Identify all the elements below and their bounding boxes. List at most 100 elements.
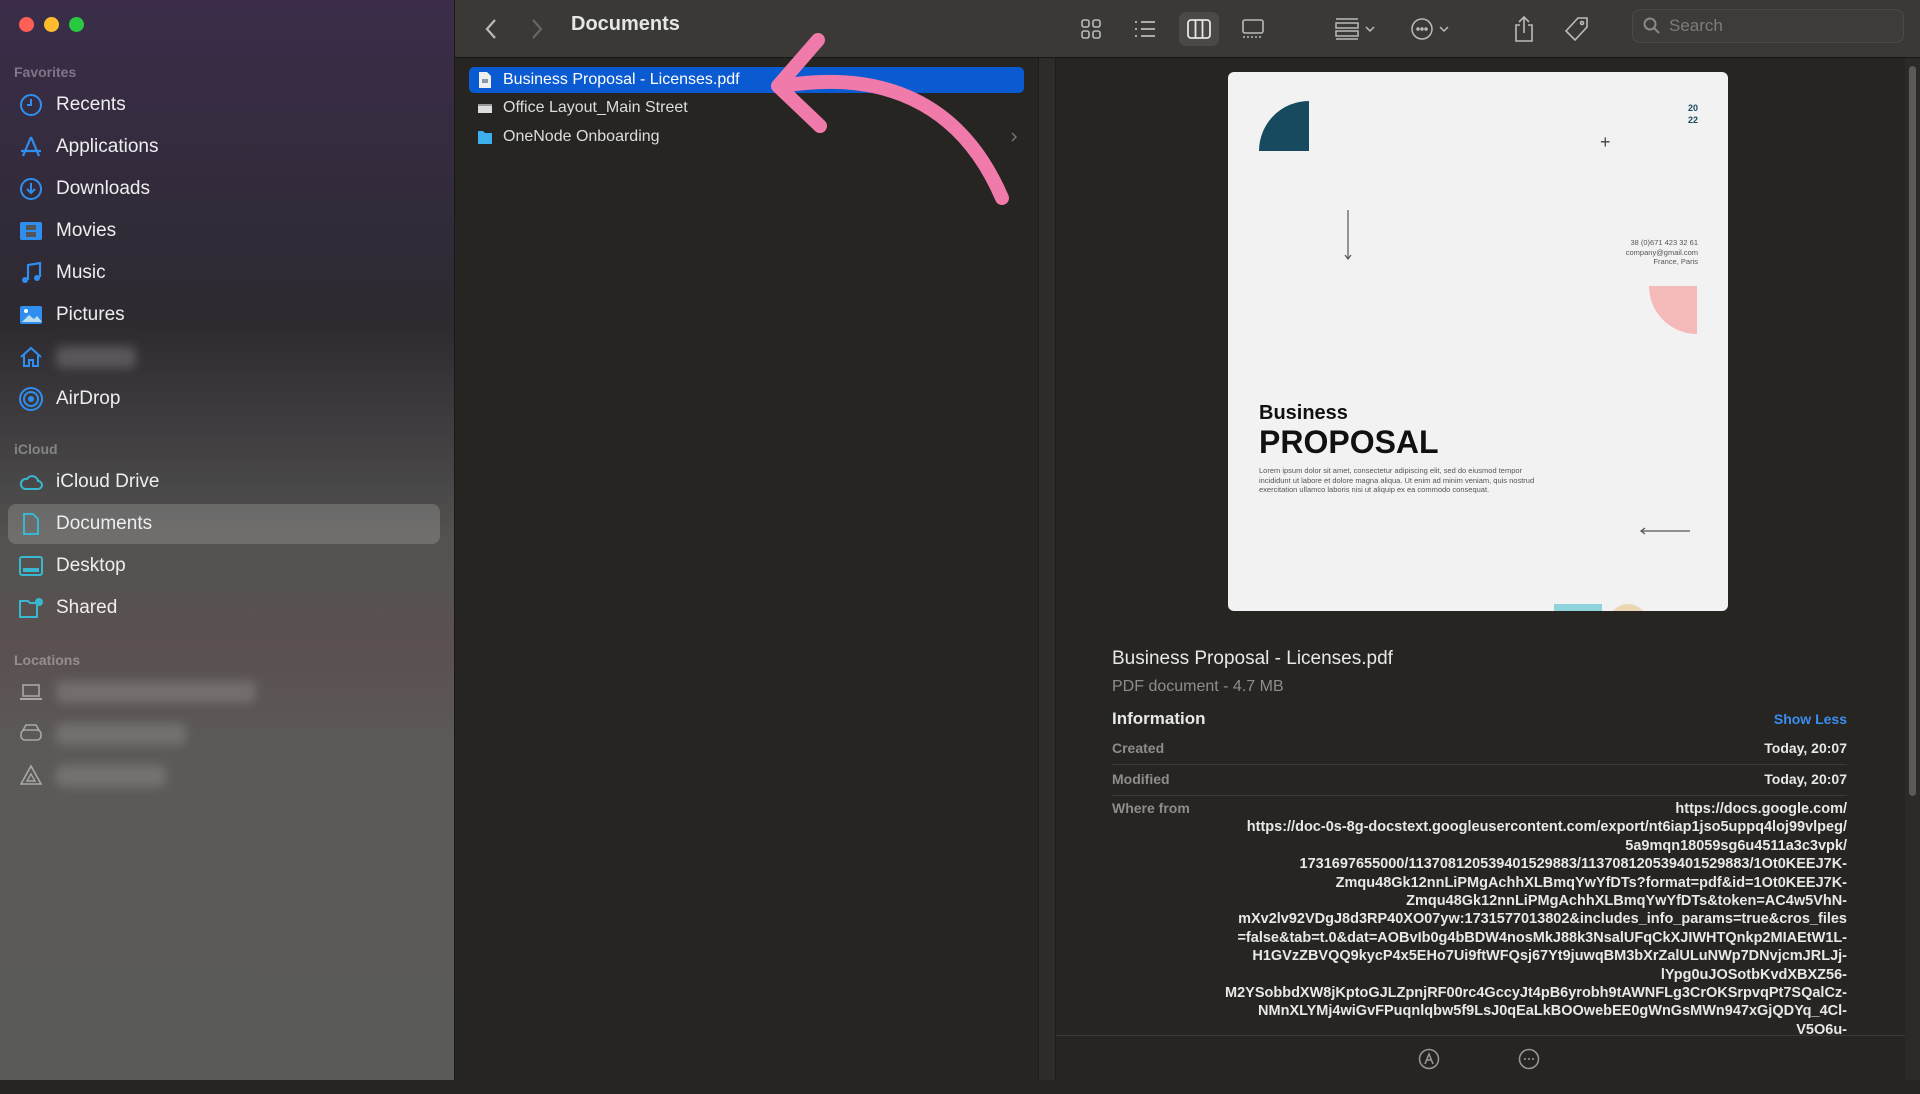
redacted-label xyxy=(56,681,256,703)
contact-block: 38 (0)671 423 32 61 company@gmail.com Fr… xyxy=(1626,238,1698,267)
sidebar-item-loc-1[interactable] xyxy=(8,714,440,754)
section-icloud: iCloud xyxy=(14,441,58,457)
chevron-right-icon xyxy=(1011,132,1017,142)
action-button[interactable] xyxy=(1408,12,1458,46)
desktop-icon xyxy=(18,553,44,579)
lorem-body: Lorem ipsum dolor sit amet, consectetur … xyxy=(1259,466,1535,494)
file-row-business-proposal[interactable]: Business Proposal - Licenses.pdf xyxy=(469,67,1024,93)
music-note-icon xyxy=(18,260,44,286)
plus-mark-icon: + xyxy=(1600,132,1611,152)
sidebar-item-loc-2[interactable] xyxy=(8,756,440,796)
sidebar-item-home-6[interactable] xyxy=(8,337,440,377)
sidebar-item-pictures[interactable]: Pictures xyxy=(8,295,440,335)
preview-scrollbar[interactable] xyxy=(1905,58,1920,1080)
group-icon xyxy=(1335,18,1375,40)
down-arrow-icon xyxy=(1344,210,1352,260)
redacted-label xyxy=(56,723,186,745)
sidebar-item-label: Recents xyxy=(56,94,126,115)
tag-icon xyxy=(1564,17,1588,42)
redacted-label xyxy=(56,346,136,368)
contact-phone: 38 (0)671 423 32 61 xyxy=(1630,238,1698,247)
heading-business: Business xyxy=(1259,402,1348,424)
share-button[interactable] xyxy=(1511,12,1537,46)
toolbar: Documents Search xyxy=(455,0,1920,58)
url-line: Zmqu48Gk12nnLiPMgAchhXLBmqYwYfDTs&token=… xyxy=(1406,893,1847,910)
search-icon xyxy=(1643,17,1660,34)
more-actions-button[interactable] xyxy=(1518,1048,1540,1070)
chevron-left-icon xyxy=(485,19,496,39)
url-line: =false&tab=t.0&dat=AOBvIb0g4bBDW4nosMkJ8… xyxy=(1237,929,1847,946)
gallery-icon xyxy=(1242,19,1264,38)
information-heading: Information xyxy=(1112,709,1206,728)
show-less-link[interactable]: Show Less xyxy=(1774,711,1847,727)
sidebar-item-desktop[interactable]: Desktop xyxy=(8,546,440,586)
sidebar-item-label: Desktop xyxy=(56,555,126,576)
columns-icon xyxy=(1187,19,1211,39)
image-file-icon xyxy=(478,104,492,113)
sidebar-item-applications[interactable]: Applications xyxy=(8,127,440,167)
sidebar-item-loc-0[interactable] xyxy=(8,672,440,712)
pdf-file-icon xyxy=(479,72,491,88)
teal-quarter-circle-shape xyxy=(1259,101,1309,151)
url-line: Zmqu48Gk12nnLiPMgAchhXLBmqYwYfDTs?format… xyxy=(1335,874,1847,891)
sidebar-item-movies[interactable]: Movies xyxy=(8,211,440,251)
markup-button[interactable] xyxy=(1418,1048,1440,1070)
forward-button[interactable] xyxy=(527,12,547,46)
file-column: Business Proposal - Licenses.pdf Office … xyxy=(455,58,1038,1080)
sidebar-item-documents[interactable]: Documents xyxy=(8,504,440,544)
section-favorites: Favorites xyxy=(14,64,77,80)
url-line: 1731697655000/113708120539401529883/1137… xyxy=(1299,856,1848,873)
url-line: https://doc-0s-8g-docstext.googleusercon… xyxy=(1246,819,1847,836)
gallery-view-button[interactable] xyxy=(1237,12,1269,46)
drive-icon xyxy=(18,721,44,747)
icon-view-button[interactable] xyxy=(1075,12,1107,46)
left-arrow-icon xyxy=(1640,527,1690,535)
sidebar-item-downloads[interactable]: Downloads xyxy=(8,169,440,209)
url-line: mXv2lv92VDgJ8d3RP40XO07yw:1731577013802&… xyxy=(1238,911,1847,928)
year-top: 20 xyxy=(1687,103,1698,113)
laptop-icon xyxy=(18,679,44,705)
back-button[interactable] xyxy=(481,12,501,46)
document-icon xyxy=(18,511,44,537)
download-icon xyxy=(18,176,44,202)
sidebar-item-recents[interactable]: Recents xyxy=(8,85,440,125)
zoom-window-button[interactable] xyxy=(69,17,84,32)
close-window-button[interactable] xyxy=(19,17,34,32)
sidebar-item-label: iCloud Drive xyxy=(56,471,160,492)
clock-icon xyxy=(18,92,44,118)
pink-quarter-circle-shape xyxy=(1649,286,1697,334)
airdrop-icon xyxy=(18,386,44,412)
file-name: Office Layout_Main Street xyxy=(503,99,688,116)
file-row-onenode-onboarding[interactable]: OneNode Onboarding xyxy=(469,124,1024,150)
list-view-button[interactable] xyxy=(1129,12,1161,46)
file-row-office-layout[interactable]: Office Layout_Main Street xyxy=(469,95,1024,121)
heading-proposal: PROPOSAL xyxy=(1259,424,1439,460)
redacted-label xyxy=(56,765,166,787)
chevron-right-icon xyxy=(532,19,543,39)
grid-icon xyxy=(1081,19,1101,39)
search-field[interactable]: Search xyxy=(1632,9,1904,43)
sidebar-item-icloud-drive[interactable]: iCloud Drive xyxy=(8,462,440,502)
folder-icon xyxy=(478,131,492,144)
minimize-window-button[interactable] xyxy=(44,17,59,32)
search-placeholder: Search xyxy=(1669,16,1723,35)
sidebar-item-label: Pictures xyxy=(56,304,125,325)
window-controls xyxy=(19,17,84,32)
cloud-icon xyxy=(18,469,44,495)
file-name: Business Proposal - Licenses.pdf xyxy=(503,71,740,88)
column-resize-handle[interactable] xyxy=(1038,58,1056,1080)
column-view-button[interactable] xyxy=(1179,12,1219,46)
sidebar-item-airdrop[interactable]: AirDrop xyxy=(8,379,440,419)
where-from-label: Where from xyxy=(1112,800,1190,816)
shared-folder-icon xyxy=(18,595,44,621)
sidebar-item-shared[interactable]: Shared xyxy=(8,588,440,628)
sidebar-item-music[interactable]: Music xyxy=(8,253,440,293)
modified-row: Modified Today, 20:07 xyxy=(1112,771,1847,796)
tag-button[interactable] xyxy=(1563,12,1591,46)
file-name: OneNode Onboarding xyxy=(503,128,660,145)
sidebar-item-label: Shared xyxy=(56,597,118,618)
sidebar: Favorites Recents Applications Downloads Mo… xyxy=(0,0,455,1080)
url-line: lYpg0uJOSotbKvdXBXZ56- xyxy=(1660,966,1847,983)
sidebar-item-label: Music xyxy=(56,262,106,283)
group-button[interactable] xyxy=(1331,12,1383,46)
